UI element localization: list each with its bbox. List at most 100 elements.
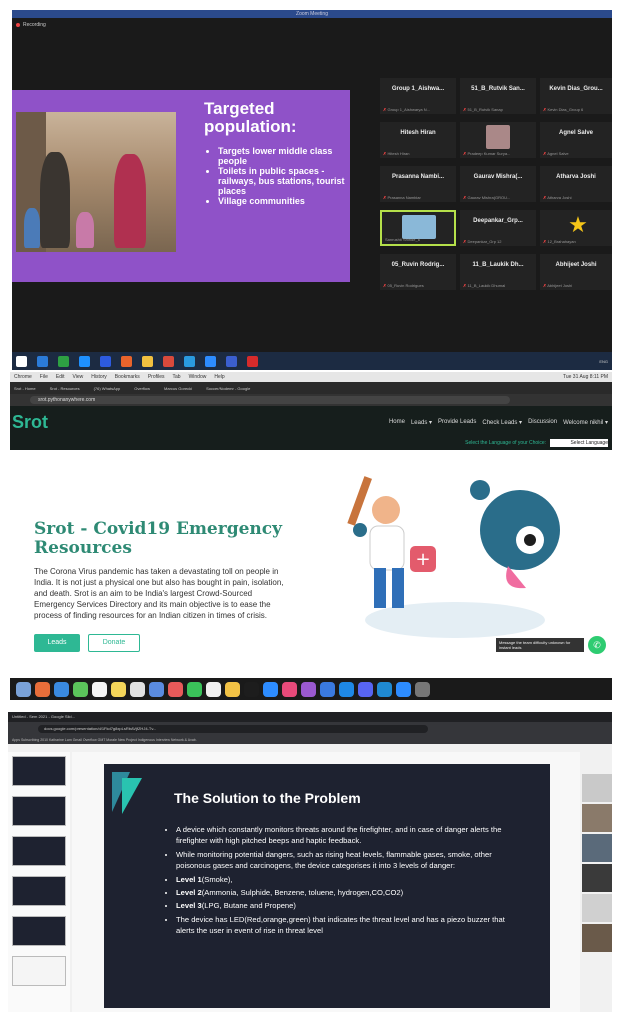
calendar-icon[interactable] bbox=[92, 681, 107, 697]
podcasts-icon[interactable] bbox=[301, 681, 316, 697]
slides-url-input[interactable]: docs.google.com/presentation/d/1Fkd7g8xp… bbox=[38, 725, 428, 733]
menu-item[interactable]: Profiles bbox=[148, 374, 165, 380]
slide-thumbnail[interactable] bbox=[12, 756, 66, 786]
zoom-icon[interactable] bbox=[396, 681, 411, 697]
participant-video[interactable] bbox=[582, 864, 612, 892]
browser-tab[interactable]: Srot - Resources bbox=[50, 386, 80, 391]
slide-thumbnail[interactable] bbox=[12, 956, 66, 986]
folder-icon[interactable] bbox=[142, 355, 153, 367]
app-icon[interactable] bbox=[339, 681, 354, 697]
bookmarks-bar[interactable]: Apps Subscribing 2010 Katharine Lam Gmai… bbox=[8, 736, 612, 744]
facetime-icon[interactable] bbox=[187, 681, 202, 697]
terminal-icon[interactable] bbox=[244, 681, 259, 697]
acrobat-icon[interactable] bbox=[247, 355, 258, 367]
participant-tile[interactable]: Prasanna Nambi... ✗ Prasanna Nambiar bbox=[380, 166, 456, 202]
site-logo[interactable]: Srot bbox=[12, 412, 48, 433]
nav-check-leads[interactable]: Check Leads ▾ bbox=[482, 419, 522, 426]
chat-bubble[interactable]: Message the team difficulty unknown for … bbox=[496, 638, 584, 652]
slide-thumbnail[interactable] bbox=[12, 916, 66, 946]
menu-item[interactable]: Window bbox=[189, 374, 207, 380]
participant-video[interactable] bbox=[582, 804, 612, 832]
skype-icon[interactable] bbox=[79, 355, 90, 367]
participant-tile[interactable]: Deepankar_Grp... ✗ Deepankar_Grp 12 bbox=[460, 210, 536, 246]
slides-tab[interactable]: Untitled - Sem 2021 - Google Slid... bbox=[8, 712, 612, 722]
browser-tab[interactable]: Overflow bbox=[134, 386, 150, 391]
participant-tile[interactable]: Agnel Salve ✗ Agnel Salve bbox=[540, 122, 612, 158]
chrome-icon[interactable] bbox=[225, 681, 240, 697]
messages-icon[interactable] bbox=[73, 681, 88, 697]
browser-tab[interactable]: Marcus Gorecki bbox=[164, 386, 192, 391]
app-icon[interactable] bbox=[35, 681, 50, 697]
participant-video[interactable] bbox=[582, 894, 612, 922]
nav-provide-leads[interactable]: Provide Leads bbox=[438, 419, 476, 426]
photos-icon[interactable] bbox=[149, 681, 164, 697]
menu-item[interactable]: Tab bbox=[173, 374, 181, 380]
participant-tile[interactable]: Kevin Dias_Grou... ✗ Kevin Dias_Group 6 bbox=[540, 78, 612, 114]
slide-thumbnail[interactable] bbox=[12, 876, 66, 906]
participant-video[interactable] bbox=[582, 924, 612, 952]
participant-video[interactable] bbox=[582, 774, 612, 802]
finder-icon[interactable] bbox=[16, 681, 31, 697]
app-icon[interactable] bbox=[168, 681, 183, 697]
leads-button[interactable]: Leads bbox=[34, 634, 80, 652]
recording-indicator[interactable]: Recording bbox=[16, 22, 46, 28]
taskbar-clock[interactable]: ENG bbox=[599, 359, 612, 364]
mac-dock bbox=[10, 678, 612, 700]
zoom-icon[interactable] bbox=[205, 355, 216, 367]
browser-tab[interactable]: Soccer/Nodemr - Google bbox=[206, 386, 250, 391]
app-icon[interactable] bbox=[206, 681, 221, 697]
browser-tab[interactable]: (76) WhatsApp bbox=[94, 386, 121, 391]
notes-icon[interactable] bbox=[111, 681, 126, 697]
menu-item[interactable]: History bbox=[91, 374, 107, 380]
whatsapp-icon[interactable]: ✆ bbox=[588, 636, 606, 654]
app-icon[interactable] bbox=[58, 355, 69, 367]
browser-tab[interactable]: Srot - Home bbox=[14, 386, 36, 391]
slide-thumbnail[interactable] bbox=[12, 836, 66, 866]
nav-leads[interactable]: Leads ▾ bbox=[411, 419, 432, 426]
menu-item[interactable]: Help bbox=[214, 374, 224, 380]
menu-item[interactable]: Edit bbox=[56, 374, 65, 380]
language-select[interactable]: Select Language bbox=[550, 439, 608, 447]
participant-tile[interactable]: ★ ✗ 12_Brahahayan bbox=[540, 210, 612, 246]
participant-tile[interactable]: Gaurav Mishra(... ✗ Gaurav Mishra(GROU... bbox=[460, 166, 536, 202]
nav-home[interactable]: Home bbox=[389, 419, 405, 426]
zoom-meeting-window: Zoom Meeting Recording Targeted populati… bbox=[12, 10, 612, 370]
participant-video[interactable] bbox=[582, 834, 612, 862]
safari-icon[interactable] bbox=[54, 681, 69, 697]
menu-item[interactable]: Bookmarks bbox=[115, 374, 140, 380]
participant-tile[interactable]: Abhijeet Joshi ✗ Abhijeet Joshi bbox=[540, 254, 612, 290]
participant-tile[interactable]: 51_B_Rutvik San... ✗ 51_B_Rutvik Sanap bbox=[460, 78, 536, 114]
reminders-icon[interactable] bbox=[130, 681, 145, 697]
discord-icon[interactable] bbox=[358, 681, 373, 697]
trash-icon[interactable] bbox=[415, 681, 430, 697]
app-icon[interactable] bbox=[121, 355, 132, 367]
participant-tile[interactable]: Hitesh Hiran ✗ Hitesh Hiran bbox=[380, 122, 456, 158]
word-icon[interactable] bbox=[226, 355, 237, 367]
telegram-icon[interactable] bbox=[184, 355, 195, 367]
participant-tile[interactable]: Atharva Joshi ✗ Atharva Joshi bbox=[540, 166, 612, 202]
participant-tile[interactable]: Group 1_Aishwa... ✗ Group 1_Aishwarya N..… bbox=[380, 78, 456, 114]
vscode-icon[interactable] bbox=[377, 681, 392, 697]
participant-tile[interactable]: 11_B_Laukik Dh... ✗ 11_B_Laukik Dhumal bbox=[460, 254, 536, 290]
zoom-icon[interactable] bbox=[263, 681, 278, 697]
appstore-icon[interactable] bbox=[320, 681, 335, 697]
app-icon[interactable] bbox=[100, 355, 111, 367]
participant-tile[interactable]: ✗ Pradeep Kumar Surya... bbox=[460, 122, 536, 158]
participant-tile[interactable]: 05_Ruvin Rodrig... ✗ 05_Ruvin Rodrigues bbox=[380, 254, 456, 290]
whatsapp-chat-widget[interactable]: Message the team difficulty unknown for … bbox=[496, 636, 606, 654]
participant-tile-active-speaker[interactable]: Sanrushti Shinde_6 bbox=[380, 210, 456, 246]
edge-icon[interactable] bbox=[37, 355, 48, 367]
slide-thumbnail[interactable] bbox=[12, 796, 66, 826]
participant-video bbox=[402, 215, 436, 239]
url-input[interactable]: srot.pythonanywhere.com bbox=[30, 396, 510, 404]
nav-discussion[interactable]: Discussion bbox=[528, 419, 557, 426]
nav-user-menu[interactable]: Welcome nikhil ▾ bbox=[563, 419, 608, 426]
windows-start-icon[interactable] bbox=[16, 355, 27, 367]
menu-item[interactable]: View bbox=[72, 374, 83, 380]
chrome-icon[interactable] bbox=[163, 355, 174, 367]
music-icon[interactable] bbox=[282, 681, 297, 697]
menu-item[interactable]: Chrome bbox=[14, 374, 32, 380]
current-slide[interactable]: The Solution to the Problem A device whi… bbox=[104, 764, 550, 1008]
menu-item[interactable]: File bbox=[40, 374, 48, 380]
donate-button[interactable]: Donate bbox=[88, 634, 140, 652]
